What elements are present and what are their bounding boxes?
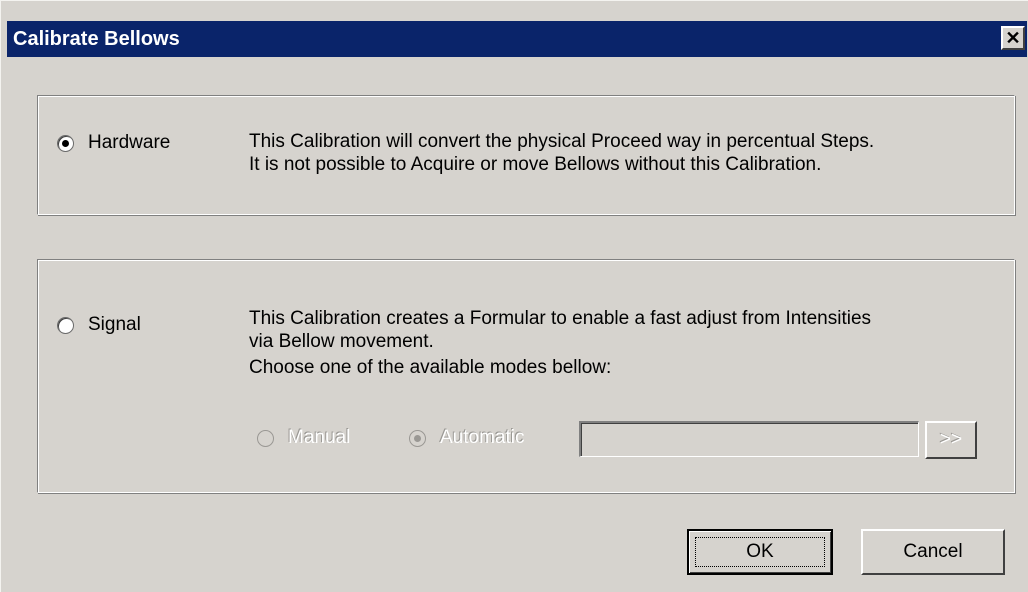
hardware-description: This Calibration will convert the physic… [249,130,874,176]
hardware-description-line-1: This Calibration will convert the physic… [249,131,875,152]
hardware-radio-label: Hardware [88,132,171,153]
title-bar[interactable]: Calibrate Bellows ✕ [7,21,1027,57]
focus-rectangle [695,537,825,567]
automatic-mode-radio[interactable]: Automatic [409,427,524,449]
cancel-button-label: Cancel [903,541,963,562]
signal-radio[interactable]: Signal [57,314,141,336]
calibrate-bellows-dialog: Calibrate Bellows ✕ Hardware This Calibr… [0,0,1028,592]
manual-mode-label: Manual [288,427,351,448]
signal-description-line-2: via Bellow movement. [249,331,434,352]
browse-button-label: >> [939,429,963,450]
browse-button[interactable]: >> [925,421,977,459]
radio-button-icon [57,316,74,334]
signal-description-line-1: This Calibration creates a Formular to e… [249,308,872,329]
hardware-description-line-2: It is not possible to Acquire or move Be… [249,154,822,175]
manual-mode-radio[interactable]: Manual [257,427,350,449]
radio-button-icon [57,134,74,152]
close-icon: ✕ [1005,28,1021,48]
hardware-radio[interactable]: Hardware [57,132,170,154]
automatic-mode-label: Automatic [440,427,525,448]
radio-button-icon [257,429,274,447]
radio-button-icon [409,429,426,447]
cancel-button[interactable]: Cancel [861,529,1005,575]
close-button[interactable]: ✕ [1001,26,1025,50]
calibration-path-field[interactable] [579,421,919,457]
signal-description: This Calibration creates a Formular to e… [249,307,871,379]
signal-radio-label: Signal [88,314,141,335]
window-title: Calibrate Bellows [13,27,180,50]
ok-button[interactable]: OK [687,529,833,575]
signal-description-line-3: Choose one of the available modes bellow… [249,357,612,378]
